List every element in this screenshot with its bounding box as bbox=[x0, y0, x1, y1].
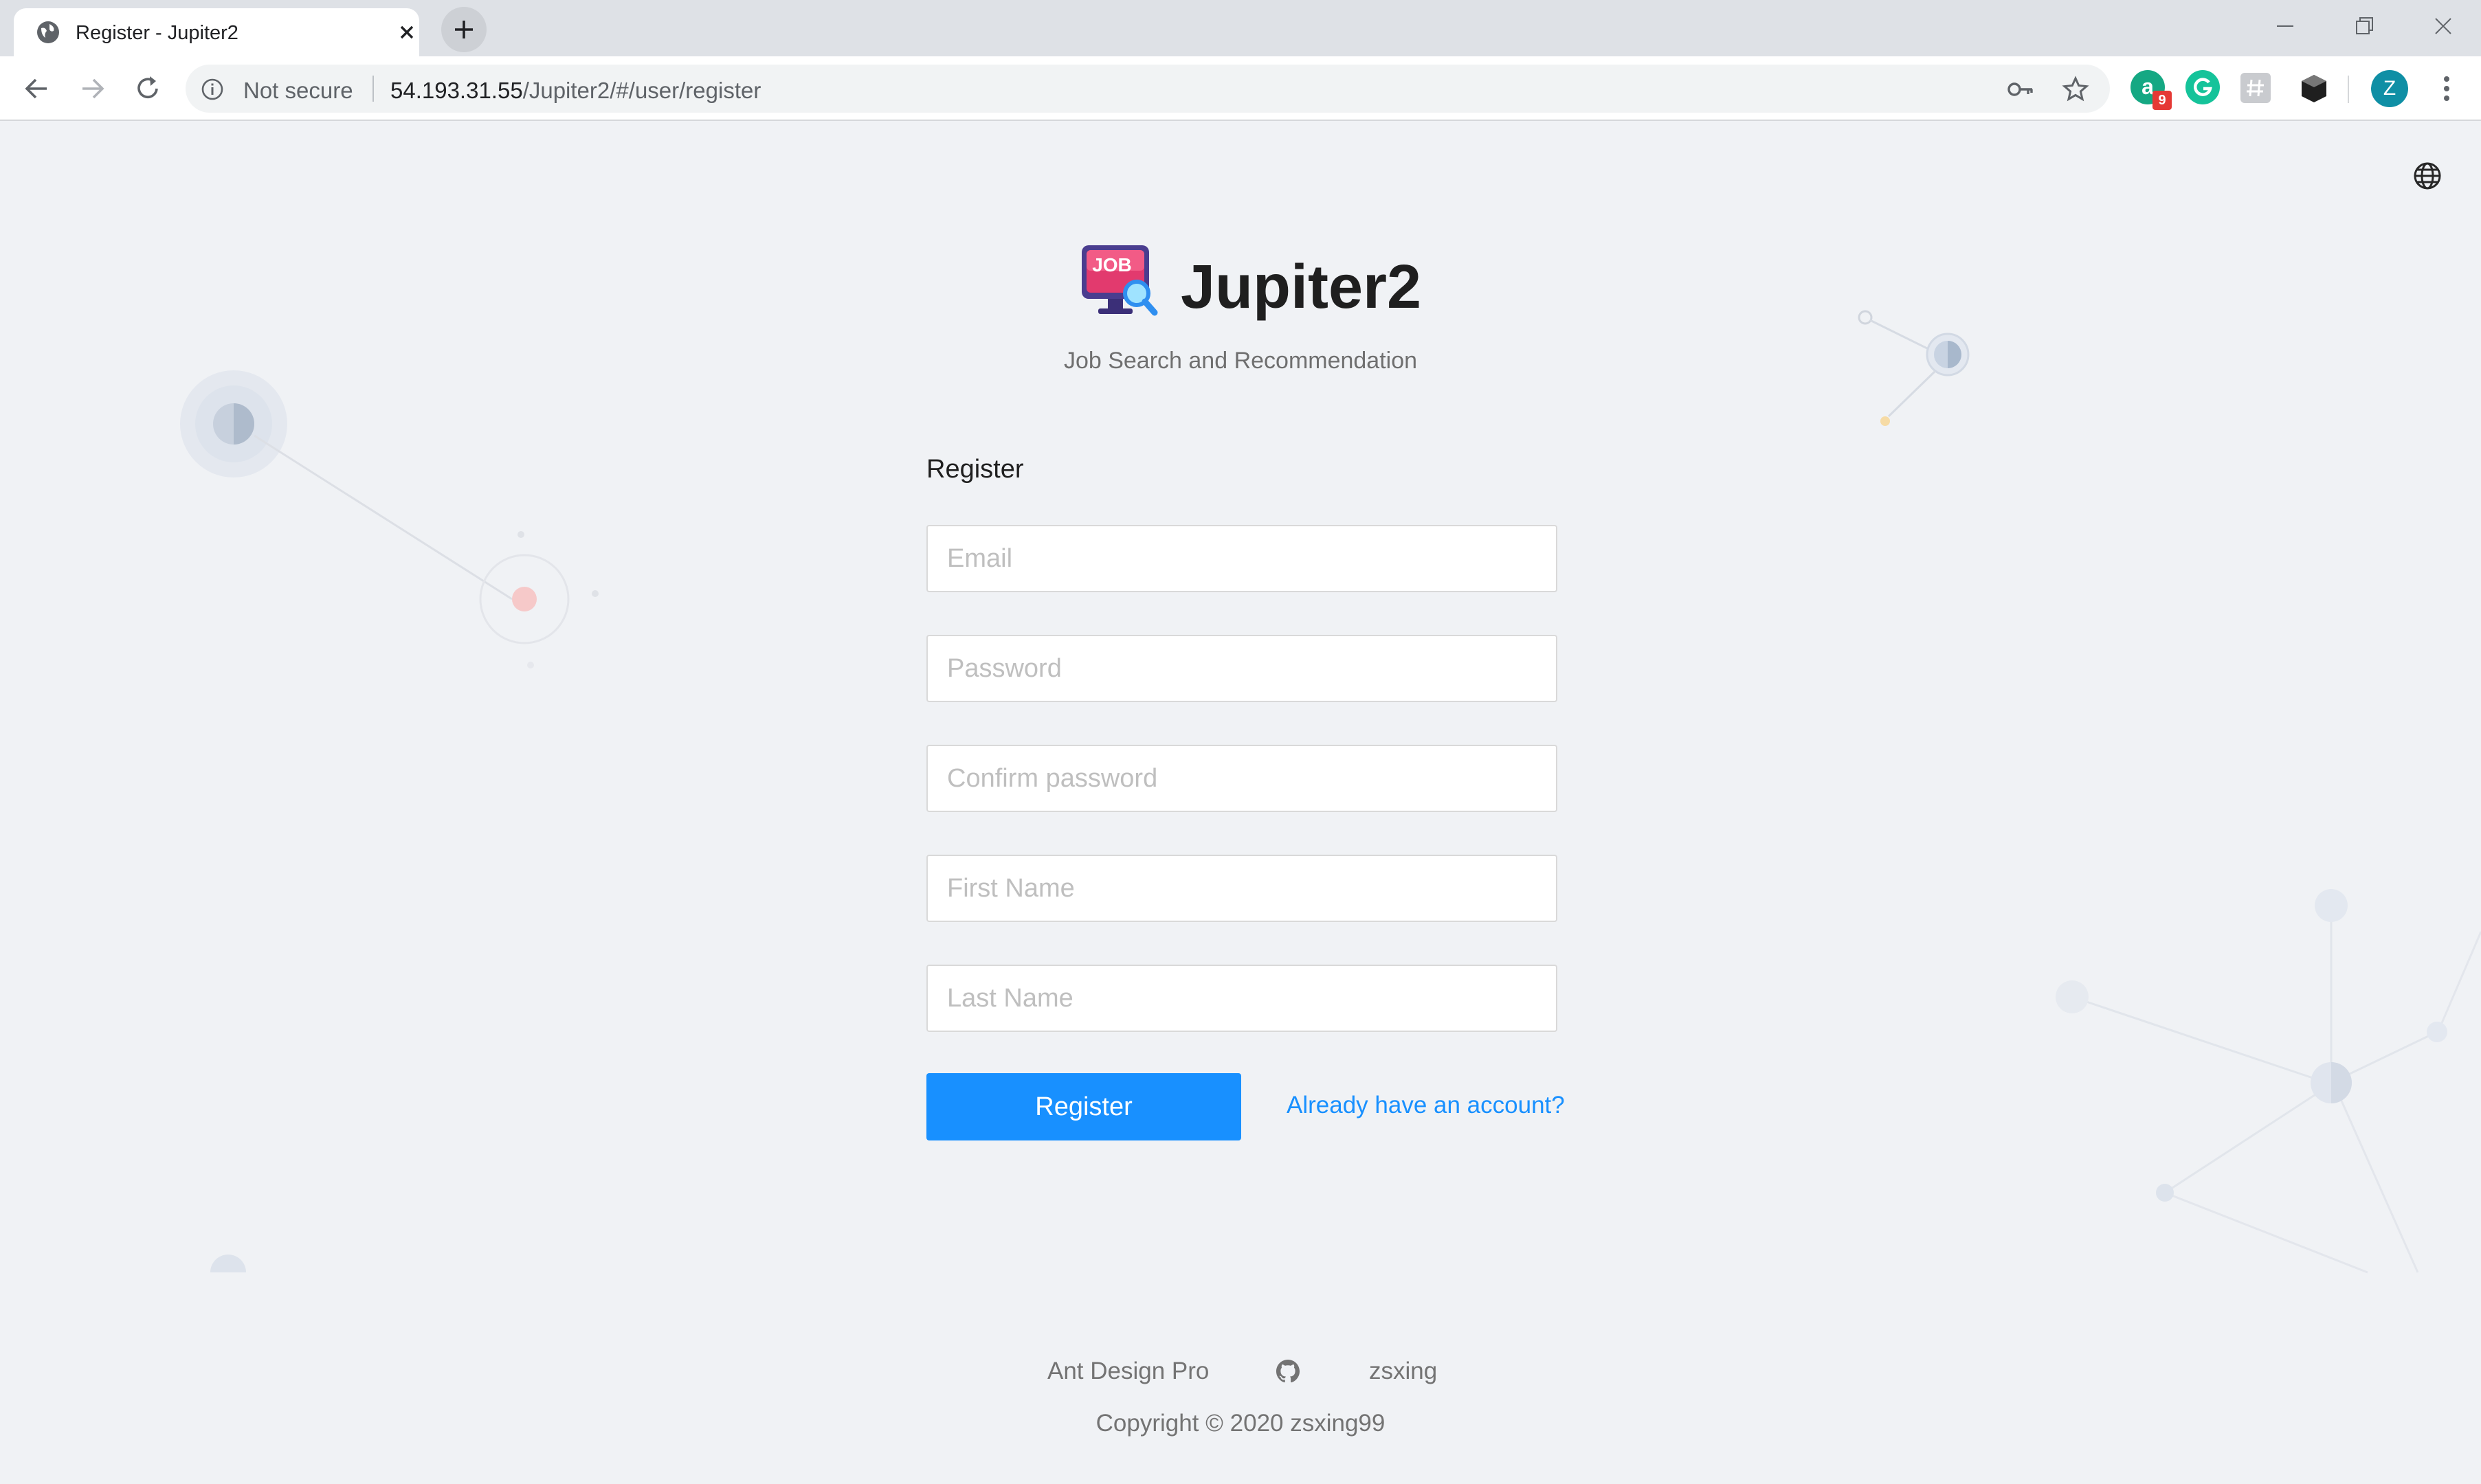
new-tab-button[interactable] bbox=[441, 7, 487, 52]
github-icon[interactable] bbox=[1274, 1358, 1302, 1385]
last-name-field[interactable] bbox=[926, 965, 1557, 1032]
footer-link-zsxing[interactable]: zsxing bbox=[1369, 1358, 1437, 1385]
app-brand: JOB Jupiter2 bbox=[1078, 241, 1765, 330]
globe-favicon-icon bbox=[37, 21, 59, 43]
grammarly-g-icon bbox=[2194, 78, 2212, 96]
first-name-field[interactable] bbox=[926, 855, 1557, 922]
footer-links: Ant Design Pro zsxing bbox=[0, 1358, 2481, 1392]
cube-extension-icon[interactable] bbox=[2297, 71, 2331, 106]
tab-title: Register - Jupiter2 bbox=[76, 22, 238, 44]
login-link[interactable]: Already have an account? bbox=[1287, 1092, 1565, 1119]
email-field[interactable] bbox=[926, 525, 1557, 592]
browser-tab-active[interactable]: Register - Jupiter2 bbox=[14, 8, 419, 56]
close-window-icon[interactable] bbox=[2429, 12, 2457, 40]
password-field[interactable] bbox=[926, 635, 1557, 702]
logo-job-text: JOB bbox=[1092, 254, 1132, 276]
address-separator bbox=[372, 76, 374, 102]
email-input[interactable] bbox=[928, 526, 1556, 591]
hashtag-icon bbox=[2247, 79, 2264, 97]
browser-toolbar: Not secure 54.193.31.55/Jupiter2/#/user/… bbox=[0, 56, 2481, 121]
reload-icon[interactable] bbox=[132, 73, 164, 104]
url-host: 54.193.31.55 bbox=[390, 78, 523, 103]
info-icon[interactable] bbox=[201, 78, 224, 101]
copyright-text: Copyright © 2020 zsxing99 bbox=[1095, 1410, 1386, 1437]
extension-count-badge: 9 bbox=[2152, 91, 2172, 110]
app-title: Jupiter2 bbox=[1181, 253, 1422, 322]
register-page: JOB Jupiter2 Job Search and Recommendati… bbox=[0, 121, 2481, 1484]
url-path: /Jupiter2/#/user/register bbox=[522, 78, 761, 103]
confirm-password-field[interactable] bbox=[926, 745, 1557, 812]
register-form-title: Register bbox=[926, 455, 1024, 484]
puzzle-extension-icon[interactable] bbox=[2240, 73, 2271, 103]
profile-avatar[interactable]: Z bbox=[2371, 70, 2408, 107]
url-text[interactable]: 54.193.31.55/Jupiter2/#/user/register bbox=[390, 78, 761, 104]
close-tab-icon[interactable] bbox=[397, 23, 416, 42]
forward-arrow-icon[interactable] bbox=[77, 73, 109, 104]
not-secure-label[interactable]: Not secure bbox=[243, 78, 353, 104]
address-bar[interactable]: Not secure 54.193.31.55/Jupiter2/#/user/… bbox=[186, 65, 2110, 113]
password-input[interactable] bbox=[928, 636, 1556, 701]
last-name-input[interactable] bbox=[928, 966, 1556, 1031]
key-icon[interactable] bbox=[2007, 77, 2034, 102]
language-globe-icon[interactable] bbox=[2411, 159, 2444, 192]
app-description: Job Search and Recommendation bbox=[1063, 348, 1418, 374]
plus-icon bbox=[455, 21, 473, 38]
toolbar-divider bbox=[2348, 76, 2349, 103]
footer-link-ant-design-pro[interactable]: Ant Design Pro bbox=[1047, 1358, 1209, 1385]
register-button[interactable]: Register bbox=[926, 1073, 1241, 1140]
confirm-password-input[interactable] bbox=[928, 746, 1556, 811]
job-search-logo-icon: JOB bbox=[1082, 245, 1158, 316]
minimize-window-icon[interactable] bbox=[2271, 12, 2299, 40]
restore-window-icon[interactable] bbox=[2350, 12, 2378, 40]
browser-menu-icon[interactable] bbox=[2433, 73, 2460, 104]
browser-titlebar: Register - Jupiter2 bbox=[0, 0, 2481, 56]
bookmark-star-icon[interactable] bbox=[2062, 76, 2089, 103]
first-name-input[interactable] bbox=[928, 856, 1556, 921]
back-arrow-icon[interactable] bbox=[21, 73, 52, 104]
grammarly-extension-icon[interactable] bbox=[2185, 70, 2220, 104]
